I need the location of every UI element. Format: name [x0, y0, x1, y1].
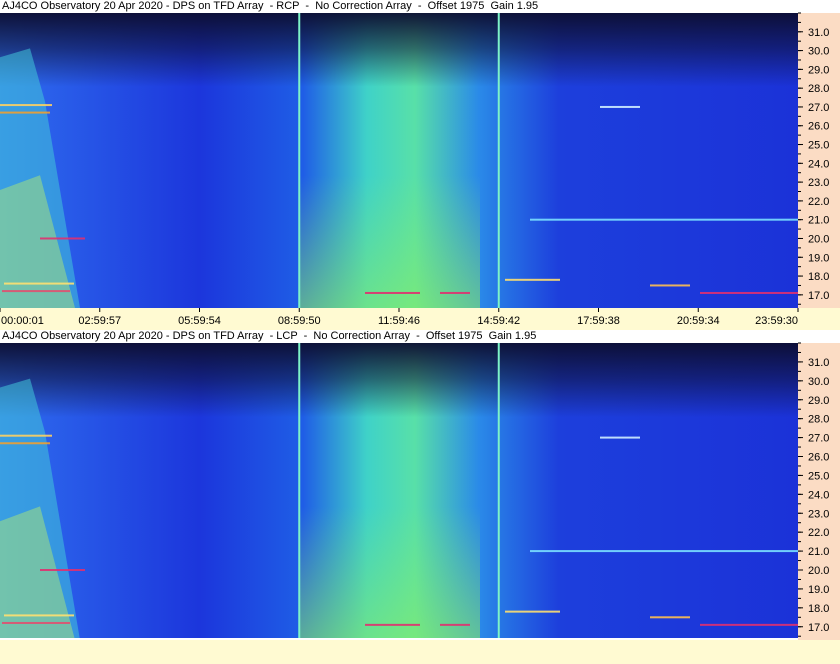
frequency-tick-label: 30.0 — [808, 46, 829, 58]
emission-streak — [2, 290, 70, 293]
frequency-tick-label: 29.0 — [808, 395, 829, 407]
frequency-tick-label: 24.0 — [808, 158, 829, 170]
time-tick-label: 11:59:46 — [378, 315, 420, 327]
spectrogram-svg — [0, 13, 798, 308]
frequency-tick-label: 20.0 — [808, 233, 829, 245]
emission-streak — [0, 104, 52, 107]
emission-streak — [4, 282, 74, 285]
frequency-tick-label: 17.0 — [808, 290, 829, 302]
time-axis-svg: 00:00:01 02:59:57 05:59:54 08:59:50 11:59:46… — [0, 308, 799, 327]
frequency-tick-label: 19.0 — [808, 584, 829, 596]
frequency-tick-label: 19.0 — [808, 252, 829, 264]
frequency-tick-label: 24.0 — [808, 489, 829, 501]
time-axis: 00:00:01 02:59:57 05:59:54 08:59:50 11:59:46… — [0, 308, 840, 330]
frequency-tick-label: 29.0 — [808, 64, 829, 76]
frequency-tick-label: 25.0 — [808, 470, 829, 482]
midday-bright-band — [300, 506, 480, 638]
emission-streak — [440, 623, 470, 626]
frequency-tick-label: 25.0 — [808, 140, 829, 152]
frequency-tick-label: 30.0 — [808, 376, 829, 388]
emission-streak — [700, 291, 798, 294]
frequency-tick-label: 26.0 — [808, 452, 829, 464]
time-tick-label: 02:59:57 — [78, 315, 121, 327]
frequency-axis: 17.0 18.0 19.0 20.0 21.0 22.0 23.0 24.0 25.0 26.0… — [798, 12, 840, 308]
frequency-tick-label: 31.0 — [808, 27, 829, 39]
frequency-tick-label: 17.0 — [808, 622, 829, 634]
emission-streak — [505, 278, 560, 281]
frequency-axis: 17.0 18.0 19.0 20.0 21.0 22.0 23.0 24.0 25.0 26.0… — [798, 342, 840, 640]
emission-streak — [0, 442, 50, 445]
emission-streak — [365, 291, 420, 294]
emission-streak — [4, 614, 74, 617]
frequency-tick-label: 26.0 — [808, 121, 829, 133]
frequency-axis-svg: 17.0 18.0 19.0 20.0 21.0 22.0 23.0 24.0 25.0 26.0… — [798, 342, 829, 637]
emission-streak — [365, 623, 420, 626]
emission-streak — [530, 550, 798, 553]
frequency-tick-label: 18.0 — [808, 271, 829, 283]
time-axis — [0, 640, 840, 664]
emission-streak — [530, 218, 798, 221]
frequency-tick-label: 18.0 — [808, 603, 829, 615]
spectrogram-panel-rcp: AJ4CO Observatory 20 Apr 2020 - DPS on T… — [0, 0, 840, 330]
emission-streak — [600, 105, 640, 108]
frequency-tick-label: 21.0 — [808, 546, 829, 558]
time-axis-svg — [0, 640, 840, 664]
emission-streak — [0, 111, 50, 114]
spectrogram-panel-lcp: AJ4CO Observatory 20 Apr 2020 - DPS on T… — [0, 330, 840, 664]
emission-streak — [40, 237, 85, 240]
frequency-tick-label: 23.0 — [808, 508, 829, 520]
time-tick-label: 00:00:01 — [1, 315, 44, 327]
frequency-tick-label: 22.0 — [808, 527, 829, 539]
chart-title: AJ4CO Observatory 20 Apr 2020 - DPS on T… — [0, 330, 840, 343]
emission-streak — [2, 621, 70, 624]
frequency-tick-label: 23.0 — [808, 177, 829, 189]
midday-bright-band — [300, 175, 480, 308]
emission-streak — [440, 291, 470, 294]
time-tick-label: 20:59:34 — [677, 315, 720, 327]
frequency-tick-label: 28.0 — [808, 414, 829, 426]
time-tick-label: 05:59:54 — [178, 315, 221, 327]
time-tick-label: 14:59:42 — [477, 315, 520, 327]
frequency-tick-label: 22.0 — [808, 196, 829, 208]
spectrogram-svg — [0, 343, 798, 638]
chart-title: AJ4CO Observatory 20 Apr 2020 - DPS on T… — [0, 0, 840, 13]
time-tick-label: 23:59:30 — [755, 315, 798, 327]
emission-streak — [40, 569, 85, 572]
frequency-tick-label: 31.0 — [808, 357, 829, 369]
emission-streak — [505, 610, 560, 613]
frequency-tick-label: 21.0 — [808, 215, 829, 227]
frequency-axis-svg: 17.0 18.0 19.0 20.0 21.0 22.0 23.0 24.0 25.0 26.0… — [798, 12, 829, 305]
emission-streak — [650, 616, 690, 619]
spectrogram-plot — [0, 343, 798, 638]
spectrogram-plot — [0, 13, 798, 308]
emission-streak — [650, 284, 690, 287]
emission-streak — [0, 434, 52, 437]
emission-streak — [600, 436, 640, 439]
time-tick-label: 17:59:38 — [577, 315, 620, 327]
frequency-tick-label: 20.0 — [808, 565, 829, 577]
time-tick-label: 08:59:50 — [278, 315, 321, 327]
frequency-tick-label: 28.0 — [808, 83, 829, 95]
frequency-tick-label: 27.0 — [808, 102, 829, 114]
frequency-tick-label: 27.0 — [808, 433, 829, 445]
emission-streak — [700, 623, 798, 626]
